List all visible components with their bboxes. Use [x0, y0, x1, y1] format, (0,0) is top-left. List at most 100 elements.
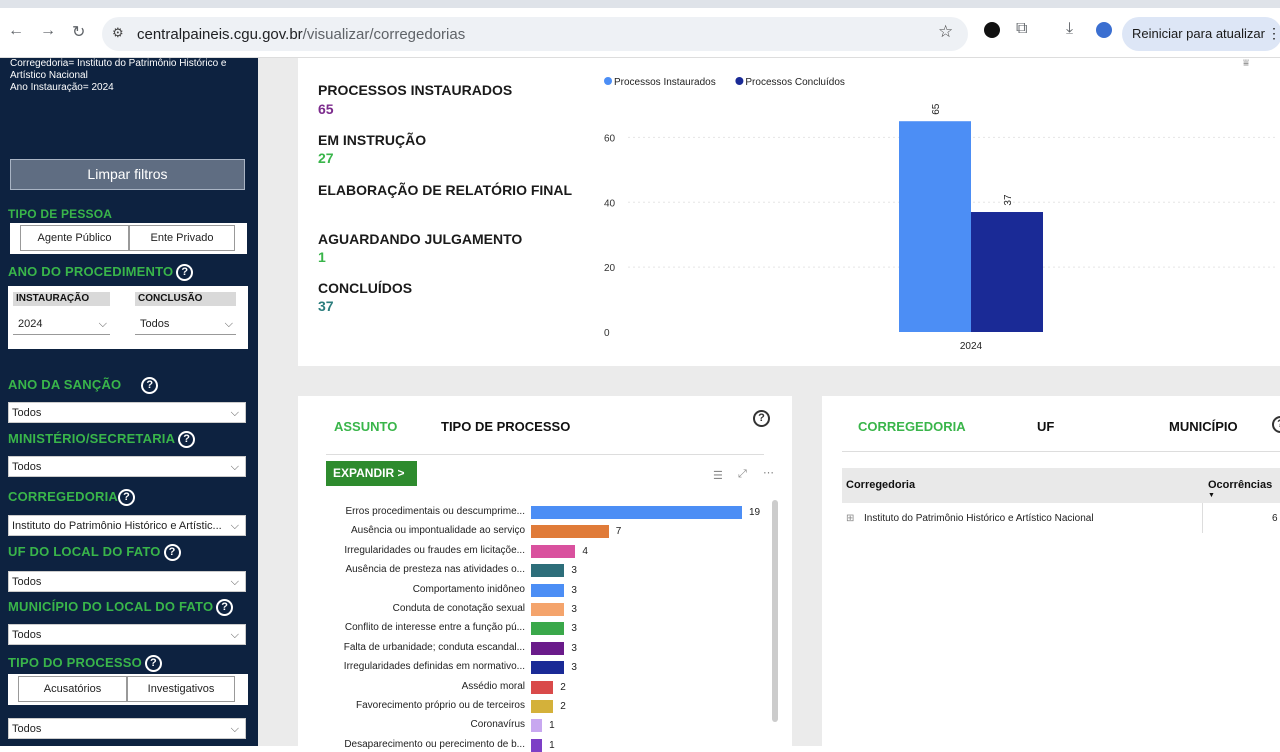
ministerio-label: MINISTÉRIO/SECRETARIA: [8, 431, 176, 446]
help-icon[interactable]: ?: [163, 544, 181, 562]
bar-5[interactable]: [531, 603, 565, 616]
uf-dropdown[interactable]: Todos ⌵: [8, 571, 246, 592]
concluidos-value: 37: [318, 298, 334, 314]
bar-data-label: 37: [1003, 194, 1014, 206]
sort-desc-icon[interactable]: ▼: [1208, 492, 1215, 499]
help-icon[interactable]: ?: [144, 655, 162, 673]
ano-procedimento-title: ANO DO PROCEDIMENTO?: [8, 264, 194, 282]
bar-value-label: 3: [571, 584, 577, 596]
tab-corregedoria[interactable]: CORREGEDORIA: [858, 419, 966, 434]
help-icon[interactable]: ?: [141, 377, 159, 395]
bar-category-label: Ausência de presteza nas atividades o...: [345, 564, 525, 576]
municipio-dropdown[interactable]: Todos ⌵: [8, 624, 246, 645]
bar-8[interactable]: [531, 661, 565, 675]
download-icon[interactable]: ⤓: [1066, 20, 1073, 38]
focus-mode-icon[interactable]: ⤢: [738, 468, 747, 481]
restart-label: Reiniciar para atualizar: [1132, 26, 1265, 41]
help-icon[interactable]: ?: [178, 431, 196, 449]
address-bar[interactable]: ⚙ centralpaineis.cgu.gov.br/visualizar/c…: [102, 17, 968, 51]
extension-icon[interactable]: [984, 22, 1000, 38]
back-icon[interactable]: ←: [8, 22, 24, 40]
bar-6[interactable]: [531, 622, 565, 636]
bar-category-label: Erros procedimentais ou descumprime...: [345, 506, 525, 517]
bar-value-label: 4: [582, 545, 588, 557]
expandir-button[interactable]: EXPANDIR >: [326, 461, 417, 486]
agente-publico-toggle[interactable]: Agente Público: [20, 225, 129, 251]
tipo-processo-dropdown[interactable]: Todos ⌵: [8, 718, 246, 739]
filter-sidebar: Corregedoria= Instituto do Patrimônio Hi…: [0, 58, 258, 746]
municipio-label: MUNICÍPIO DO LOCAL DO FATO: [8, 599, 214, 614]
chevron-down-icon: ⌵: [230, 520, 239, 532]
bookmark-star-icon[interactable]: ☆: [938, 22, 953, 42]
help-icon[interactable]: ?: [216, 599, 234, 617]
instauracao-value: 2024: [18, 318, 43, 330]
help-icon[interactable]: ?: [753, 410, 770, 427]
tipo-processo-title: TIPO DO PROCESSO?: [8, 655, 162, 673]
x-tick-label: 2024: [960, 341, 983, 352]
help-icon[interactable]: ?: [1272, 416, 1280, 433]
profile-avatar-icon[interactable]: [1096, 22, 1112, 38]
row-ocorrencias-value: 6: [1272, 513, 1278, 524]
instrucao-label: EM INSTRUÇÃO: [318, 132, 427, 148]
table-row[interactable]: ⊞ Instituto do Patrimônio Histórico e Ar…: [842, 503, 1280, 533]
more-options-icon[interactable]: ⋯: [763, 466, 774, 479]
bar-11[interactable]: [531, 719, 543, 733]
bar-9[interactable]: [531, 680, 554, 694]
reload-icon[interactable]: ↻: [72, 22, 85, 42]
filter-icon[interactable]: ⩸: [1243, 58, 1249, 69]
extensions-puzzle-icon[interactable]: ⧉: [1016, 20, 1027, 38]
bar-data-label: 65: [931, 103, 942, 115]
chevron-down-icon: ⌵: [230, 576, 239, 588]
filter-icon[interactable]: ☰: [713, 469, 723, 482]
bar-value-label: 3: [571, 565, 577, 577]
forward-icon[interactable]: →: [40, 22, 56, 40]
site-settings-icon[interactable]: ⚙: [112, 25, 124, 41]
help-icon[interactable]: ?: [118, 489, 136, 507]
clear-filters-button[interactable]: Limpar filtros: [10, 159, 245, 190]
bar-3[interactable]: [531, 564, 565, 578]
bar-value-label: 3: [571, 642, 577, 654]
ente-privado-toggle[interactable]: Ente Privado: [129, 225, 235, 251]
municipio-title: MUNICÍPIO DO LOCAL DO FATO?: [8, 599, 234, 617]
instaurados-label: PROCESSOS INSTAURADOS: [318, 82, 513, 98]
kpi-card: PROCESSOS INSTAURADOS 65 EM INSTRUÇÃO 27…: [298, 58, 1280, 366]
col-ocorrencias[interactable]: Ocorrências: [1208, 479, 1272, 491]
scrollbar[interactable]: [772, 500, 778, 722]
bar-2[interactable]: [531, 544, 576, 558]
bar-category-label: Ausência ou impontualidade ao serviço: [351, 525, 525, 537]
bar-7[interactable]: [531, 641, 565, 655]
bar-12[interactable]: [531, 738, 543, 752]
active-filter-line: Ano Instauração= 2024: [10, 82, 114, 93]
tab-uf[interactable]: UF: [1037, 419, 1054, 434]
url-path: /visualizar/corregedorias: [302, 26, 466, 43]
corregedoria-card: CORREGEDORIA UF MUNICÍPIO ? Corregedoria…: [822, 396, 1280, 746]
chevron-down-icon: ⌵: [230, 723, 239, 735]
bar-4[interactable]: [531, 583, 565, 597]
ano-sancao-dropdown[interactable]: Todos ⌵: [8, 402, 246, 423]
instauracao-dropdown[interactable]: 2024 ⌵: [13, 313, 110, 335]
restart-to-update-button[interactable]: Reiniciar para atualizar ⋮: [1122, 17, 1280, 51]
col-corregedoria[interactable]: Corregedoria: [846, 479, 915, 491]
expand-row-icon[interactable]: ⊞: [846, 513, 854, 524]
tab-municipio[interactable]: MUNICÍPIO: [1169, 419, 1238, 434]
investigativos-toggle[interactable]: Investigativos: [127, 676, 235, 702]
y-tick-label: 20: [604, 263, 616, 274]
bar-1[interactable]: [531, 525, 609, 539]
ano-sancao-value: Todos: [12, 407, 42, 419]
ministerio-title: MINISTÉRIO/SECRETARIA?: [8, 431, 196, 449]
ministerio-dropdown[interactable]: Todos ⌵: [8, 456, 246, 477]
url-text[interactable]: centralpaineis.cgu.gov.br/visualizar/cor…: [137, 26, 465, 43]
instrucao-value: 27: [318, 150, 334, 166]
bar-0[interactable]: [531, 506, 742, 519]
table-header: Corregedoria Ocorrências ▼: [842, 468, 1280, 503]
more-menu-icon[interactable]: ⋮: [1267, 25, 1280, 42]
bar-10[interactable]: [531, 700, 554, 713]
corregedoria-dropdown[interactable]: Instituto do Patrimônio Histórico e Artí…: [8, 515, 246, 536]
y-tick-label: 60: [604, 133, 616, 144]
tab-assunto[interactable]: ASSUNTO: [334, 419, 397, 434]
acusatorios-toggle[interactable]: Acusatórios: [18, 676, 127, 702]
conclusao-dropdown[interactable]: Todos ⌵: [135, 313, 236, 335]
tipo-processo-label: TIPO DO PROCESSO: [8, 655, 142, 670]
help-icon[interactable]: ?: [176, 264, 194, 282]
tab-tipo-processo[interactable]: TIPO DE PROCESSO: [441, 419, 570, 434]
